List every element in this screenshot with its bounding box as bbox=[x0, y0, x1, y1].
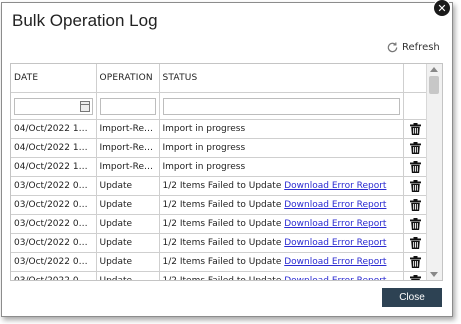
row-status: Import in progress bbox=[162, 124, 246, 134]
row-date: 03/Oct/2022 06:... bbox=[11, 252, 97, 272]
download-error-report-link[interactable]: Download Error Report bbox=[284, 276, 386, 280]
row-operation: Update bbox=[96, 252, 160, 272]
row-status-cell: 1/2 Items Failed to Update Download Erro… bbox=[159, 252, 404, 272]
delete-row-button[interactable] bbox=[407, 142, 425, 154]
row-status: 1/2 Items Failed to Update bbox=[162, 276, 282, 281]
table-row[interactable]: 03/Oct/2022 06:... Update 1/2 Items Failed… bbox=[11, 176, 429, 196]
download-error-report-link[interactable]: Download Error Report bbox=[284, 200, 386, 210]
trash-icon bbox=[410, 123, 421, 135]
trash-icon bbox=[410, 199, 421, 211]
delete-row-button[interactable] bbox=[407, 218, 425, 230]
row-date: 03/Oct/2022 06:... bbox=[11, 195, 97, 215]
row-operation: Update bbox=[96, 271, 160, 280]
table-row[interactable]: 04/Oct/2022 10:... Import-Rep... Import in… bbox=[11, 138, 429, 158]
table-row[interactable]: 04/Oct/2022 10:... Import-Rep... Import in… bbox=[11, 157, 429, 177]
row-status-cell: Import in progress bbox=[159, 157, 404, 177]
trash-icon bbox=[410, 275, 421, 280]
row-operation: Update bbox=[96, 195, 160, 215]
column-header-operation[interactable]: OPERATION bbox=[96, 64, 160, 93]
delete-row-button[interactable] bbox=[407, 161, 425, 173]
row-date: 03/Oct/2022 06:... bbox=[11, 233, 97, 253]
row-status: Import in progress bbox=[162, 143, 246, 153]
row-date: 04/Oct/2022 10:... bbox=[11, 138, 97, 158]
refresh-label: Refresh bbox=[402, 42, 440, 53]
row-status-cell: 1/2 Items Failed to Update Download Erro… bbox=[159, 195, 404, 215]
row-status-cell: 1/2 Items Failed to Update Download Erro… bbox=[159, 233, 404, 253]
trash-icon bbox=[410, 180, 421, 192]
row-status-cell: 1/2 Items Failed to Update Download Erro… bbox=[159, 176, 404, 196]
row-status-cell: 1/2 Items Failed to Update Download Erro… bbox=[159, 214, 404, 234]
row-operation: Update bbox=[96, 176, 160, 196]
delete-row-button[interactable] bbox=[407, 123, 425, 135]
row-status-cell: Import in progress bbox=[159, 119, 404, 139]
scroll-up-arrow-icon[interactable] bbox=[430, 67, 438, 72]
column-header-actions bbox=[403, 64, 429, 93]
column-header-status[interactable]: STATUS bbox=[159, 64, 404, 93]
close-x-icon[interactable]: ✕ bbox=[434, 0, 450, 16]
column-header-date[interactable]: DATE bbox=[11, 64, 97, 93]
operation-log-table: DATE OPERATION STATUS 04/Oct/2022 11:...… bbox=[11, 64, 429, 281]
delete-row-button[interactable] bbox=[407, 256, 425, 268]
operation-filter-input[interactable] bbox=[99, 97, 156, 115]
row-date: 04/Oct/2022 10:... bbox=[11, 157, 97, 177]
row-status: 1/2 Items Failed to Update bbox=[162, 219, 282, 229]
row-status: 1/2 Items Failed to Update bbox=[162, 200, 282, 210]
table-row[interactable]: 03/Oct/2022 06:... Update 1/2 Items Failed… bbox=[11, 252, 429, 272]
vertical-scrollbar[interactable] bbox=[426, 64, 442, 280]
trash-icon bbox=[410, 218, 421, 230]
download-error-report-link[interactable]: Download Error Report bbox=[284, 219, 386, 229]
table-row[interactable]: 03/Oct/2022 06:... Update 1/2 Items Failed… bbox=[11, 214, 429, 234]
table-row[interactable]: 03/Oct/2022 06:... Update 1/2 Items Failed… bbox=[11, 195, 429, 215]
download-error-report-link[interactable]: Download Error Report bbox=[284, 181, 386, 191]
row-status: 1/2 Items Failed to Update bbox=[162, 257, 282, 267]
row-operation: Import-Rep... bbox=[96, 157, 160, 177]
row-status-cell: 1/2 Items Failed to Update Download Erro… bbox=[159, 271, 404, 281]
row-date: 04/Oct/2022 11:... bbox=[11, 119, 97, 139]
row-date: 03/Oct/2022 06:... bbox=[11, 271, 97, 280]
row-operation: Update bbox=[96, 233, 160, 253]
delete-row-button[interactable] bbox=[407, 237, 425, 249]
table-row[interactable]: 03/Oct/2022 06:... Update 1/2 Items Failed… bbox=[11, 271, 429, 281]
calendar-icon[interactable] bbox=[79, 100, 90, 112]
row-status-cell: Import in progress bbox=[159, 138, 404, 158]
scrollbar-thumb[interactable] bbox=[429, 76, 439, 94]
trash-icon bbox=[410, 237, 421, 249]
row-operation: Import-Rep... bbox=[96, 119, 160, 139]
delete-row-button[interactable] bbox=[407, 275, 425, 280]
download-error-report-link[interactable]: Download Error Report bbox=[284, 257, 386, 267]
trash-icon bbox=[410, 142, 421, 154]
status-filter-input[interactable] bbox=[162, 97, 400, 115]
refresh-button[interactable]: Refresh bbox=[386, 41, 440, 54]
close-button[interactable]: Close bbox=[382, 288, 442, 307]
operation-log-grid: DATE OPERATION STATUS 04/Oct/2022 11:...… bbox=[10, 63, 443, 281]
row-status: 1/2 Items Failed to Update bbox=[162, 181, 282, 191]
row-date: 03/Oct/2022 06:... bbox=[11, 214, 97, 234]
dialog-title: Bulk Operation Log bbox=[12, 11, 158, 30]
row-operation: Update bbox=[96, 214, 160, 234]
date-filter-input[interactable] bbox=[14, 97, 93, 115]
scroll-down-arrow-icon[interactable] bbox=[430, 272, 438, 277]
download-error-report-link[interactable]: Download Error Report bbox=[284, 238, 386, 248]
table-row[interactable]: 04/Oct/2022 11:... Import-Rep... Import in… bbox=[11, 119, 429, 139]
delete-row-button[interactable] bbox=[407, 180, 425, 192]
row-date: 03/Oct/2022 06:... bbox=[11, 176, 97, 196]
row-operation: Import-Rep... bbox=[96, 138, 160, 158]
table-row[interactable]: 03/Oct/2022 06:... Update 1/2 Items Failed… bbox=[11, 233, 429, 253]
bulk-operation-log-dialog: Bulk Operation Log Refresh DATE OPERATIO… bbox=[1, 2, 453, 317]
row-status: 1/2 Items Failed to Update bbox=[162, 238, 282, 248]
row-status: Import in progress bbox=[162, 162, 246, 172]
trash-icon bbox=[410, 161, 421, 173]
filter-row bbox=[11, 92, 429, 120]
delete-row-button[interactable] bbox=[407, 199, 425, 211]
trash-icon bbox=[410, 256, 421, 268]
refresh-icon bbox=[387, 42, 398, 53]
